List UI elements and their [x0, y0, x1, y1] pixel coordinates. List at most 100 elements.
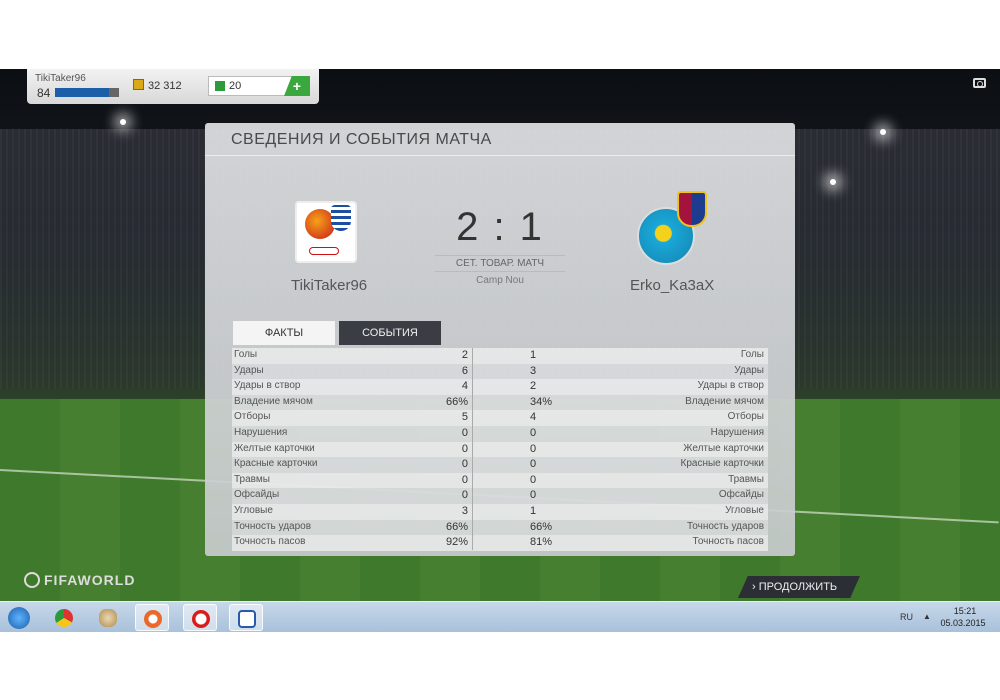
stat-label-away: Красные карточки: [680, 458, 764, 470]
windows-logo-icon: [8, 607, 30, 629]
stat-label-home: Удары в створ: [234, 380, 301, 392]
stat-label-home: Офсайды: [234, 489, 280, 501]
fcb-badge-icon: [677, 191, 707, 227]
taskbar-paint[interactable]: [91, 604, 125, 631]
stat-row: Удары в створ 4 2 Удары в створ: [232, 379, 768, 395]
player-status-bar: TikiTaker96 84 32 312 20 +: [27, 69, 319, 104]
buy-points-button[interactable]: +: [284, 76, 310, 96]
title-divider: [205, 155, 795, 156]
stadium-name: Camp Nou: [476, 275, 524, 286]
camera-icon[interactable]: [973, 78, 986, 88]
stat-label-home: Голы: [234, 349, 258, 360]
points-icon: [215, 81, 225, 91]
game-screen: TikiTaker96 84 32 312 20 + СВЕДЕНИЯ И СО…: [0, 69, 1000, 632]
tab-events[interactable]: СОБЫТИЯ: [339, 321, 441, 345]
stat-row: Желтые карточки 0 0 Желтые карточки: [232, 441, 768, 458]
stat-value-home: 4: [461, 380, 468, 393]
stat-label-away: Удары: [734, 364, 764, 376]
stat-value-home: 66%: [445, 395, 468, 408]
stat-label-away: Точность ударов: [686, 520, 764, 532]
stat-value-away: 1: [530, 349, 537, 361]
stat-value-away: 0: [530, 426, 537, 439]
stat-row: Травмы 0 0 Травмы: [232, 472, 768, 489]
stadium-light: [880, 129, 886, 135]
stat-value-home: 6: [461, 364, 468, 377]
clock-time[interactable]: 15:21: [950, 606, 980, 616]
stat-row: Отборы 5 4 Отборы: [232, 410, 768, 426]
stat-label-away: Точность пасов: [692, 536, 765, 548]
stat-label-away: Голы: [740, 349, 764, 360]
stat-value-home: 0: [461, 442, 468, 455]
level-number: 84: [37, 86, 51, 100]
stat-value-away: 1: [530, 504, 537, 517]
taskbar-chrome[interactable]: [47, 604, 81, 631]
stat-label-away: Нарушения: [710, 426, 764, 438]
home-club-crest: [295, 201, 357, 263]
stat-label-home: Точность пасов: [234, 536, 306, 548]
stat-value-home: 0: [461, 473, 468, 486]
stat-label-away: Владение мячом: [685, 395, 764, 407]
username: TikiTaker96: [35, 73, 86, 84]
panel-title: СВЕДЕНИЯ И СОБЫТИЯ МАТЧА: [231, 131, 492, 148]
ea-logo-icon: [24, 572, 40, 588]
level-progress-fill: [55, 88, 110, 97]
stat-row: Точность пасов 92% 81% Точность пасов: [232, 535, 768, 551]
orange-app-icon: [144, 610, 162, 628]
points-balance: 20: [229, 80, 242, 92]
taskbar-app[interactable]: [135, 604, 169, 631]
crest-ribbon-icon: [309, 247, 339, 255]
level-progress-bar: [55, 88, 119, 97]
stat-value-away: 34%: [530, 395, 553, 408]
stat-label-home: Травмы: [234, 473, 270, 485]
stat-value-away: 0: [530, 458, 537, 471]
taskbar-yandex[interactable]: [183, 604, 217, 631]
stat-row: Офсайды 0 0 Офсайды: [232, 488, 768, 504]
stat-row: Угловые 3 1 Угловые: [232, 503, 768, 520]
stat-row: Удары 6 3 Удары: [232, 363, 768, 380]
match-type: СЕТ. ТОВАР. МАТЧ: [435, 255, 565, 272]
stat-value-away: 81%: [530, 536, 553, 549]
stat-value-home: 0: [461, 458, 468, 471]
crest-shield-icon: [331, 205, 351, 231]
stat-row: Нарушения 0 0 Нарушения: [232, 425, 768, 442]
language-indicator[interactable]: RU: [900, 612, 913, 622]
stat-label-home: Желтые карточки: [234, 442, 315, 454]
stat-value-away: 0: [530, 442, 537, 455]
stat-value-away: 66%: [530, 520, 553, 533]
stat-label-home: Отборы: [234, 411, 271, 423]
taskbar-fifa[interactable]: [229, 604, 263, 631]
stat-row: Красные карточки 0 0 Красные карточки: [232, 457, 768, 473]
start-button[interactable]: [2, 604, 36, 631]
stat-value-home: 2: [461, 349, 468, 361]
tray-arrow-icon[interactable]: ▲: [923, 612, 931, 621]
stadium-light: [120, 119, 126, 125]
stat-label-away: Офсайды: [718, 489, 764, 501]
tab-facts[interactable]: ФАКТЫ: [233, 321, 335, 345]
chevron-right-icon: ›: [752, 581, 756, 593]
windows-taskbar: RU ▲ 15:21 05.03.2015: [0, 601, 1000, 632]
stat-label-home: Удары: [234, 364, 264, 376]
coins-balance: 32 312: [148, 80, 182, 92]
home-team-name: TikiTaker96: [291, 277, 368, 294]
fifa-shield-icon: [238, 610, 256, 628]
continue-label: ПРОДОЛЖИТЬ: [758, 581, 838, 593]
stat-label-home: Точность ударов: [234, 520, 312, 532]
stat-value-home: 0: [461, 489, 468, 502]
stat-label-home: Угловые: [234, 504, 273, 516]
paint-icon: [99, 609, 117, 627]
points-box: 20 +: [208, 76, 310, 96]
clock-date[interactable]: 05.03.2015: [938, 618, 988, 628]
stat-label-away: Желтые карточки: [683, 442, 764, 454]
stat-row: Голы 2 1 Голы: [232, 348, 768, 364]
logo-text: FIFAWORLD: [44, 572, 136, 588]
chrome-icon: [55, 609, 73, 627]
continue-button[interactable]: › ПРОДОЛЖИТЬ: [738, 576, 860, 598]
coins-icon: [133, 79, 144, 90]
stat-label-away: Угловые: [725, 504, 764, 516]
stat-label-away: Удары в створ: [697, 380, 765, 392]
stat-label-home: Владение мячом: [234, 395, 313, 407]
stat-value-home: 3: [461, 504, 468, 517]
stat-value-away: 0: [530, 473, 537, 486]
match-score: 2 : 1: [456, 205, 544, 249]
stat-value-home: 92%: [445, 536, 468, 549]
